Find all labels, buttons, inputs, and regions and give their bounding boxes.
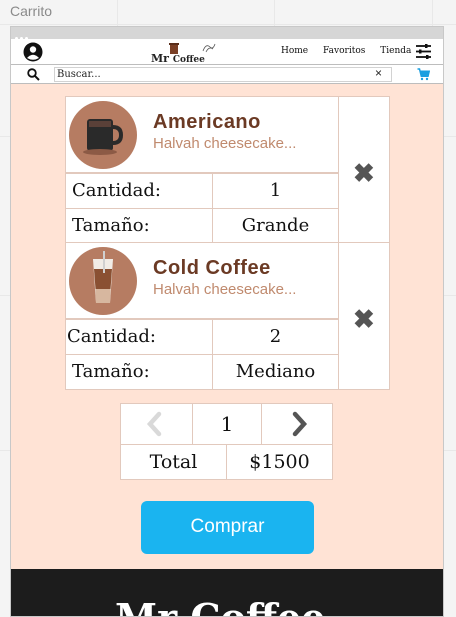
main-nav: Home Favoritos Tienda <box>281 46 411 56</box>
iced-coffee-glass-icon <box>93 251 113 303</box>
shopping-cart-icon[interactable] <box>417 68 430 81</box>
nav-item-tienda[interactable]: Tienda <box>380 46 411 56</box>
size-value[interactable]: Mediano <box>213 355 338 389</box>
total-row: Total $1500 <box>120 445 333 480</box>
quantity-label: Cantidad: <box>66 174 213 208</box>
frame-titlebar <box>11 27 443 40</box>
search-icon[interactable] <box>27 68 40 81</box>
clear-search-icon[interactable]: × <box>375 66 382 80</box>
pagination: 1 <box>120 403 333 445</box>
chevron-left-icon <box>146 411 162 437</box>
cart-pager: 1 Total $1500 <box>120 403 333 480</box>
size-label: Tamaño: <box>66 209 213 243</box>
screen-title: Carrito <box>10 3 53 19</box>
cart-items-list: Americano Halvah cheesecake... Cantidad:… <box>65 96 390 390</box>
quantity-row: Cantidad: 1 <box>66 173 338 208</box>
quantity-value[interactable]: 2 <box>213 320 338 354</box>
filter-sliders-icon[interactable] <box>415 43 432 60</box>
size-row: Tamaño: Mediano <box>66 354 338 389</box>
product-thumbnail <box>69 247 137 315</box>
size-label: Tamaño: <box>66 355 213 389</box>
chevron-right-icon <box>292 411 308 437</box>
next-page-button[interactable] <box>263 404 333 444</box>
close-icon: ✖ <box>353 304 375 334</box>
buy-button[interactable]: Comprar <box>141 501 314 554</box>
footer-brand: Mr Coffee <box>115 595 325 616</box>
product-name: Americano <box>153 111 261 133</box>
close-icon: ✖ <box>353 158 375 188</box>
previous-page-button[interactable] <box>121 404 191 444</box>
search-bar: Buscar... × <box>11 65 443 84</box>
quantity-label: Cantidad: <box>66 320 213 354</box>
product-description: Halvah cheesecake... <box>153 281 297 298</box>
nav-item-favoritos[interactable]: Favoritos <box>323 46 365 56</box>
cart-item-card: Cold Coffee Halvah cheesecake... Cantida… <box>65 243 339 390</box>
product-thumbnail <box>69 101 137 169</box>
cart-item-header: Cold Coffee Halvah cheesecake... <box>66 243 338 319</box>
remove-item-button[interactable]: ✖ <box>339 96 390 243</box>
cart-item: Americano Halvah cheesecake... Cantidad:… <box>65 96 390 243</box>
brand-logo[interactable]: Mr Coffee <box>151 41 221 65</box>
quantity-row: Cantidad: 2 <box>66 319 338 354</box>
footer: Mr Coffee <box>11 569 443 616</box>
quantity-value[interactable]: 1 <box>213 174 338 208</box>
cart-item-card: Americano Halvah cheesecake... Cantidad:… <box>65 96 339 243</box>
product-description: Halvah cheesecake... <box>153 135 297 152</box>
search-input[interactable]: Buscar... <box>54 67 392 82</box>
nav-item-home[interactable]: Home <box>281 46 308 56</box>
current-page-number: 1 <box>192 404 262 444</box>
total-value: $1500 <box>249 451 310 473</box>
logo-text: Mr Coffee <box>151 52 205 65</box>
cart-item-header: Americano Halvah cheesecake... <box>66 97 338 173</box>
remove-item-button[interactable]: ✖ <box>339 243 390 390</box>
phone-frame: Mr Coffee Home Favoritos Tienda Buscar..… <box>10 26 444 617</box>
user-icon[interactable] <box>23 42 43 62</box>
product-name: Cold Coffee <box>153 257 271 279</box>
canvas-grid-line <box>0 24 456 25</box>
total-label: Total <box>121 445 227 479</box>
size-value[interactable]: Grande <box>213 209 338 243</box>
app-header: Mr Coffee Home Favoritos Tienda <box>11 39 443 65</box>
hot-coffee-cup-icon <box>83 119 124 155</box>
size-row: Tamaño: Grande <box>66 208 338 243</box>
cart-item: Cold Coffee Halvah cheesecake... Cantida… <box>65 243 390 390</box>
